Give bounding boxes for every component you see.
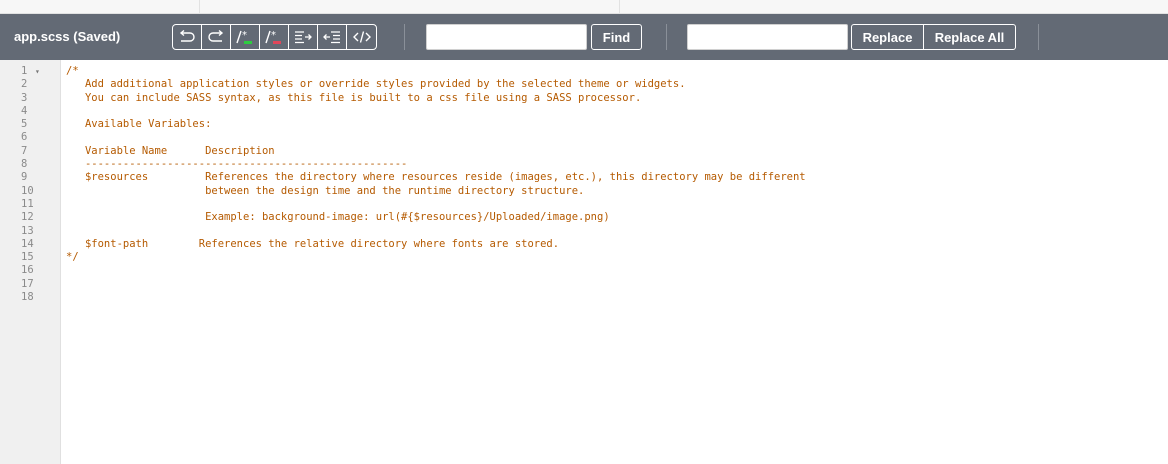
- line-number-gutter: 1 ▾ 2 3 4 5 6 7 8 9 10 11 12 13 14 15 16 …: [0, 60, 61, 464]
- code-line[interactable]: [66, 105, 1168, 118]
- line-number: 14: [21, 237, 34, 250]
- code-line[interactable]: Add additional application styles or ove…: [66, 78, 1168, 91]
- code-editor[interactable]: 1 ▾ 2 3 4 5 6 7 8 9 10 11 12 13 14 15 16 …: [0, 60, 1168, 464]
- line-number: 3: [21, 91, 28, 104]
- replace-all-button[interactable]: Replace All: [924, 25, 1015, 49]
- indent-button[interactable]: [289, 25, 318, 49]
- top-tab-strip: [0, 0, 1168, 14]
- line-number: 11: [21, 197, 34, 210]
- code-line[interactable]: [66, 291, 1168, 304]
- fold-arrow-icon[interactable]: ▾: [35, 65, 40, 78]
- line-number: 9: [21, 171, 28, 184]
- code-line[interactable]: $resources References the directory wher…: [66, 171, 1168, 184]
- code-line[interactable]: */: [66, 251, 1168, 264]
- toolbar-divider: [1038, 24, 1039, 50]
- undo-button[interactable]: [173, 25, 202, 49]
- line-number: 13: [21, 224, 34, 237]
- svg-text:*: *: [242, 30, 247, 41]
- line-number: 5: [21, 118, 28, 131]
- comment-add-icon: *: [236, 30, 252, 44]
- line-number: 7: [21, 144, 28, 157]
- top-tab[interactable]: [0, 0, 200, 14]
- line-number: 8: [21, 158, 28, 171]
- comment-button[interactable]: *: [231, 25, 260, 49]
- line-number: 16: [21, 264, 34, 277]
- outdent-button[interactable]: [318, 25, 347, 49]
- top-tab[interactable]: [200, 0, 620, 14]
- line-number: 10: [21, 184, 34, 197]
- code-line[interactable]: /*: [66, 65, 1168, 78]
- code-content[interactable]: /* Add additional application styles or …: [66, 65, 1168, 304]
- redo-icon: [208, 30, 224, 42]
- code-icon: [352, 31, 371, 43]
- edit-button-group: * *: [172, 24, 377, 50]
- redo-button[interactable]: [202, 25, 231, 49]
- toolbar-divider: [404, 24, 405, 50]
- uncomment-button[interactable]: *: [260, 25, 289, 49]
- undo-icon: [179, 30, 195, 42]
- line-number: 17: [21, 277, 34, 290]
- svg-text:*: *: [271, 30, 276, 41]
- replace-button[interactable]: Replace: [852, 25, 924, 49]
- code-line[interactable]: [66, 131, 1168, 144]
- line-number: 15: [21, 251, 34, 264]
- indent-icon: [295, 31, 312, 44]
- editor-toolbar: app.scss (Saved) * * Find Replace Replac…: [0, 14, 1168, 60]
- code-line[interactable]: between the design time and the runtime …: [66, 185, 1168, 198]
- comment-remove-icon: *: [265, 30, 281, 44]
- line-number: 1 ▾: [21, 65, 40, 78]
- line-number: 12: [21, 211, 34, 224]
- code-line[interactable]: Available Variables:: [66, 118, 1168, 131]
- code-line[interactable]: Variable Name Description: [66, 145, 1168, 158]
- line-number: 18: [21, 291, 34, 304]
- file-title: app.scss (Saved): [14, 29, 121, 44]
- toolbar-divider: [666, 24, 667, 50]
- format-code-button[interactable]: [347, 25, 376, 49]
- outdent-icon: [323, 31, 340, 44]
- code-line[interactable]: $font-path References the relative direc…: [66, 238, 1168, 251]
- code-line[interactable]: [66, 278, 1168, 291]
- find-button[interactable]: Find: [591, 24, 642, 50]
- replace-button-group: Replace Replace All: [851, 24, 1016, 50]
- line-number: 4: [21, 104, 28, 117]
- code-line[interactable]: Example: background-image: url(#{$resour…: [66, 211, 1168, 224]
- replace-input[interactable]: [687, 24, 848, 50]
- line-number: 2: [21, 78, 28, 91]
- code-line[interactable]: You can include SASS syntax, as this fil…: [66, 92, 1168, 105]
- line-number: 6: [21, 131, 28, 144]
- code-line[interactable]: [66, 264, 1168, 277]
- code-line[interactable]: [66, 198, 1168, 211]
- code-line[interactable]: [66, 225, 1168, 238]
- code-line[interactable]: ----------------------------------------…: [66, 158, 1168, 171]
- find-input[interactable]: [426, 24, 587, 50]
